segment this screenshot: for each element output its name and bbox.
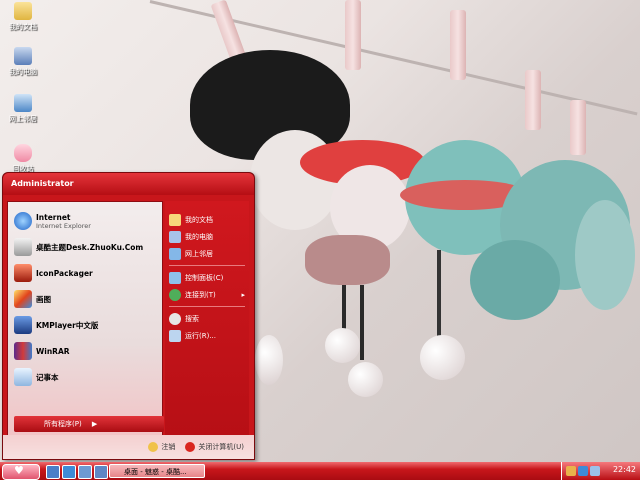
program-item-internet[interactable]: Internet Internet Explorer [8, 210, 162, 232]
notepad-icon [14, 368, 32, 386]
paint-icon [14, 290, 32, 308]
program-item-iconpackager[interactable]: IconPackager [8, 262, 162, 284]
quicklaunch-media-icon[interactable] [94, 465, 108, 479]
clothespin [345, 0, 361, 70]
program-list: Internet Internet Explorer 桌酷主题Desk.ZhuoK… [7, 201, 164, 439]
program-item-kmplayer[interactable]: KMPlayer中文版 [8, 314, 162, 336]
network-icon [14, 94, 32, 112]
documents-icon [169, 213, 181, 226]
clothespin [450, 10, 466, 80]
taskbar-button-desktop-window[interactable]: 桌面 - 魅惑 - 桌酷... [109, 464, 205, 478]
winrar-icon [14, 342, 32, 360]
teal-doll [575, 200, 635, 310]
quicklaunch-show-desktop-icon[interactable] [46, 465, 60, 479]
divider [169, 306, 245, 307]
volume-icon[interactable] [590, 466, 600, 476]
program-item-notepad[interactable]: 记事本 [8, 366, 162, 388]
program-item-zhuoku[interactable]: 桌酷主题Desk.ZhuoKu.Com [8, 236, 162, 258]
tray-network-icon[interactable] [578, 466, 588, 476]
start-menu: Administrator Internet Internet Explorer … [2, 172, 255, 460]
clothespin [570, 100, 586, 155]
iconpackager-icon [14, 264, 32, 282]
tray-app-icon[interactable] [566, 466, 576, 476]
desktop-icon-network[interactable]: 网上邻居 [2, 94, 44, 124]
desktop-icon-recycle-bin[interactable]: 回收站 [2, 144, 44, 174]
shutdown-button[interactable]: 关闭计算机(U) [185, 442, 244, 452]
doll-foot [325, 328, 360, 363]
kmplayer-icon [14, 316, 32, 334]
quicklaunch-explorer-icon[interactable] [78, 465, 92, 479]
doll-foot [348, 362, 383, 397]
arrow-right-icon: ▸ [241, 290, 245, 299]
doll-foot [255, 335, 283, 385]
computer-icon [169, 230, 181, 243]
arrow-right-icon: ▶ [91, 420, 98, 428]
folder-icon [14, 2, 32, 20]
start-menu-footer: 注销 关闭计算机(U) [3, 435, 254, 459]
control-panel-icon [169, 271, 181, 284]
user-name: Administrator [11, 179, 74, 188]
teal-doll [470, 240, 560, 320]
start-menu-header: Administrator [3, 173, 254, 195]
logoff-icon [148, 442, 159, 452]
taskbar: ♥ 桌面 - 魅惑 - 桌酷... 22:42 [0, 462, 640, 480]
places-item-my-computer[interactable]: 我的电脑 [165, 228, 249, 245]
places-item-run[interactable]: 运行(R)... [165, 327, 249, 344]
connect-icon [169, 288, 181, 301]
recycle-bin-icon [14, 144, 32, 162]
doll-leg [360, 285, 364, 360]
places-item-network[interactable]: 网上邻居 [165, 245, 249, 262]
clothespin [525, 70, 541, 130]
power-icon [185, 442, 196, 452]
places-item-search[interactable]: 搜索 [165, 310, 249, 327]
run-icon [169, 329, 181, 342]
desktop-icon-my-computer[interactable]: 我的电脑 [2, 47, 44, 77]
system-tray: 22:42 [561, 462, 640, 480]
doll-leg [437, 250, 441, 340]
divider [169, 265, 245, 266]
places-item-connect-to[interactable]: 连接到(T) ▸ [165, 286, 249, 303]
program-item-winrar[interactable]: WinRAR [8, 340, 162, 362]
search-icon [169, 312, 181, 325]
doll-foot [420, 335, 465, 380]
heart-icon: ♥ [14, 464, 24, 477]
all-programs-button[interactable]: 所有程序(P) ▶ [14, 416, 164, 432]
quicklaunch-ie-icon[interactable] [62, 465, 76, 479]
desktop-icon-my-documents[interactable]: 我的文档 [2, 2, 44, 32]
places-list: 我的文档 我的电脑 网上邻居 控制面板(C) 连接到(T) ▸ 搜索 运行(R)… [165, 201, 249, 437]
network-icon [169, 247, 181, 260]
program-item-paint[interactable]: 画图 [8, 288, 162, 310]
computer-icon [14, 47, 32, 65]
zhuoku-icon [14, 238, 32, 256]
doll-dress [305, 235, 390, 285]
clock[interactable]: 22:42 [613, 465, 636, 474]
places-item-my-documents[interactable]: 我的文档 [165, 211, 249, 228]
start-button[interactable]: ♥ [2, 464, 40, 480]
places-item-control-panel[interactable]: 控制面板(C) [165, 269, 249, 286]
internet-explorer-icon [14, 212, 32, 230]
logoff-button[interactable]: 注销 [148, 442, 175, 452]
